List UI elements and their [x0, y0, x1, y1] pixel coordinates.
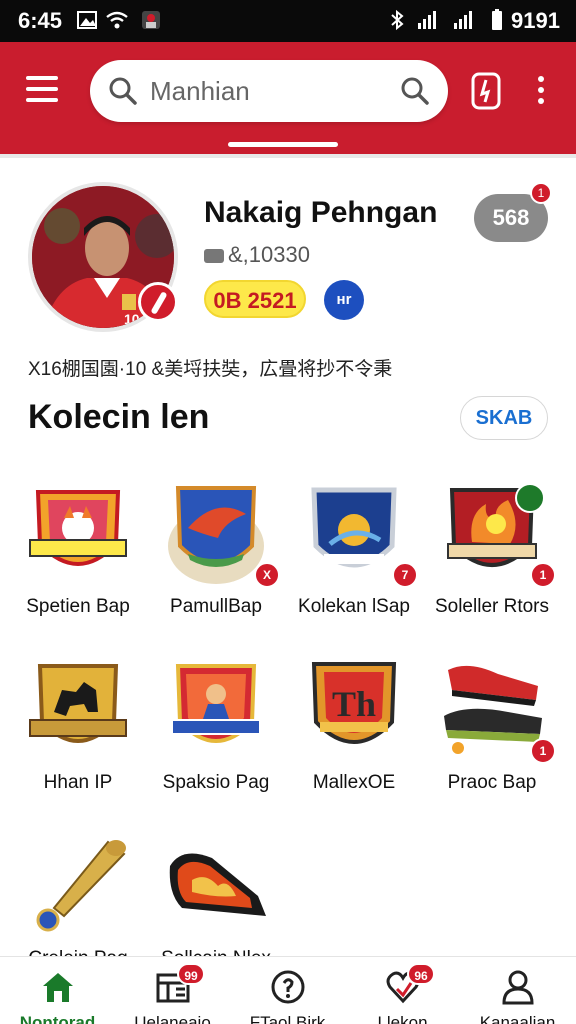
grid-item-label: Spetien Bap	[26, 596, 130, 617]
profile-stat-value: &,10330	[228, 242, 310, 267]
nav-item-favorites[interactable]: 96 Llekon	[345, 957, 460, 1024]
link-icon	[204, 249, 224, 263]
svg-text:10: 10	[124, 311, 140, 327]
profile-card: 10 Nakaig Pehngan &,10330 0B 2521 ʜr 568…	[0, 162, 576, 392]
grid-item[interactable]: Spaksio Pag	[148, 660, 284, 810]
menu-icon[interactable]	[26, 76, 60, 106]
section-title: Kolecin len	[28, 398, 210, 436]
search-bar[interactable]	[90, 60, 448, 122]
nav-item-profile[interactable]: Kanaalian	[460, 957, 575, 1024]
bluetooth-icon	[391, 9, 404, 31]
nav-item-home[interactable]: Nontorad	[0, 957, 115, 1024]
grid-item-badge: X	[254, 562, 280, 588]
search-input[interactable]	[150, 73, 390, 109]
fox-crest-icon	[29, 490, 127, 566]
grid-item-label: Hhan IP	[43, 772, 113, 793]
nav-label: Uelaneaio	[134, 1013, 211, 1024]
bottom-nav: Nontorad 99 Uelaneaio FTaol Birk 96 Llek…	[0, 956, 576, 1024]
grid-item[interactable]: 7 Kolekan lSap	[286, 484, 422, 634]
grid-item-label: PamullBap	[170, 596, 262, 617]
phone-icon[interactable]	[470, 70, 502, 110]
nav-label: Nontorad	[19, 1013, 96, 1024]
signal-icon	[418, 11, 436, 29]
battery-icon	[492, 9, 502, 30]
app-notification-icon	[142, 11, 160, 29]
status-bar: 6:45 9191	[0, 0, 576, 42]
dog-crest-icon	[29, 664, 127, 743]
grid-item[interactable]: X PamullBap	[148, 484, 284, 634]
more-options-icon[interactable]	[536, 76, 546, 106]
trumpet-icon	[36, 840, 126, 932]
blue-badge[interactable]: ʜr	[324, 280, 364, 320]
letter-crest-icon: Th	[311, 662, 397, 744]
nav-badge: 99	[177, 963, 205, 985]
svg-text:Th: Th	[332, 684, 376, 724]
grid-item-label: Spaksio Pag	[162, 772, 270, 793]
grid-item-badge: 1	[530, 738, 556, 764]
grid-item-label: MallexOE	[312, 772, 396, 793]
nav-item-list[interactable]: 99 Uelaneaio	[115, 957, 230, 1024]
nav-label: Llekon	[377, 1013, 428, 1024]
grid-item[interactable]: Th MallexOE	[286, 660, 422, 810]
profile-name: Nakaig Pehngan	[204, 196, 438, 229]
search-icon	[109, 77, 137, 105]
grid-item[interactable]: Spetien Bap	[10, 484, 146, 634]
home-icon	[43, 973, 73, 1002]
yellow-badge[interactable]: 0B 2521	[204, 280, 306, 318]
grid-item-badge: 1	[530, 562, 556, 588]
search-submit-icon[interactable]	[400, 76, 430, 106]
nav-label: Kanaalian	[479, 1013, 556, 1024]
profile-stat: &,10330	[204, 242, 310, 268]
image-icon	[77, 11, 97, 29]
section-action-button[interactable]: SKAB	[460, 396, 548, 440]
grid-item-badge: 7	[392, 562, 418, 588]
profile-description: X16棚国園·10 &美埒扶奘，広畳将抄不令秉	[28, 359, 393, 380]
status-time: 6:45	[18, 8, 63, 33]
grid-item-label: Praoc Bap	[447, 772, 537, 793]
grid-item[interactable]: Hhan IP	[10, 660, 146, 810]
flame-boot-icon	[169, 853, 266, 916]
status-right-text: 9191	[511, 8, 560, 33]
info-circle-icon	[271, 970, 305, 1004]
grid-item[interactable]: 1 Soleller Rtors	[424, 483, 560, 634]
wifi-icon	[106, 11, 128, 29]
count-notification-dot: 1	[530, 182, 552, 204]
avatar-badge-icon	[138, 282, 178, 322]
grid-item-label: Kolekan lSap	[298, 596, 410, 617]
nav-label: FTaol Birk	[249, 1013, 326, 1024]
nav-item-info[interactable]: FTaol Birk	[230, 957, 345, 1024]
grid-item-label: Soleller Rtors	[434, 596, 550, 617]
app-header	[0, 42, 576, 158]
header-handle	[228, 142, 338, 147]
signal-icon-2	[454, 11, 472, 29]
nav-badge: 96	[407, 963, 435, 985]
player-crest-icon	[171, 664, 261, 743]
grid-item[interactable]: 1 Praoc Bap	[424, 660, 560, 810]
person-icon	[502, 970, 534, 1005]
